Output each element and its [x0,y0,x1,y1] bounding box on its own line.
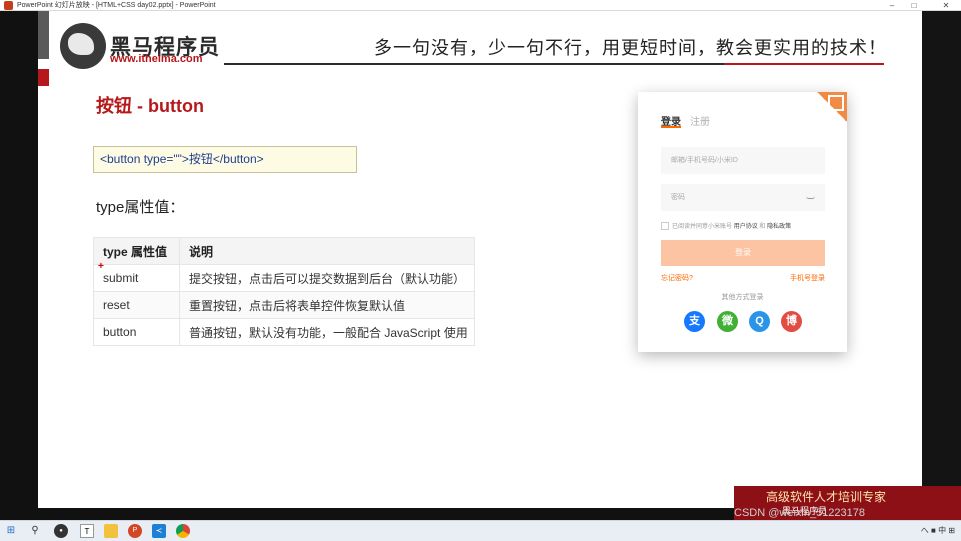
table-row: submit 提交按钮，点击后可以提交数据到后台（默认功能） [93,264,475,292]
login-button: 登录 [661,240,825,266]
password-placeholder: 密码 [671,194,685,201]
obs-icon[interactable]: ● [54,524,68,538]
type-values-label: type属性值： [96,199,185,216]
type-values-table: type 属性值 说明 submit 提交按钮，点击后可以提交数据到后台（默认功… [93,237,475,346]
table-cell: submit [93,264,180,292]
alipay-icon: 支 [684,311,705,332]
privacy-link: 隐私政策 [767,224,792,230]
table-header-cell: type 属性值 [93,237,180,265]
phone-login-link: 手机号登录 [790,275,825,282]
table-row: reset 重置按钮，点击后将表单控件恢复默认值 [93,291,475,319]
password-field: 密码 [661,184,825,211]
agree-text: 已阅读并同意小米账号 [672,224,733,230]
tab-register: 注册 [690,117,710,128]
table-cell: 提交按钮，点击后可以提交数据到后台（默认功能） [179,264,475,292]
table-row: button 普通按钮，默认没有功能，一般配合 JavaScript 使用 [93,318,475,346]
vscode-icon[interactable]: ≺ [152,524,166,538]
agreement-row: 已阅读并同意小米账号 用户协议 和 隐私政策 [661,221,792,231]
eye-closed-icon [806,196,815,199]
slogan: 多一句没有，少一句不行，用更短时间，教会更实用的技术！ [374,38,887,59]
right-margin [922,11,961,520]
horse-logo-icon [60,23,106,69]
bottom-banner: 高级软件人才培训专家 黑马程序员 CSDN @weixin_51223178 [734,486,961,520]
window-titlebar: PowerPoint 幻灯片放映 - [HTML+CSS day02.pptx]… [0,0,961,11]
qq-icon: Q [749,311,770,332]
login-card-image: 登录 注册 邮箱/手机号码/小米ID 密码 已阅读并同意小米账号 用户协议 和 … [638,92,847,352]
search-icon[interactable]: ⚲ [28,524,42,538]
typora-icon[interactable]: T [80,524,94,538]
wechat-icon: 微 [717,311,738,332]
chrome-icon[interactable] [176,524,190,538]
table-cell: 重置按钮，点击后将表单控件恢复默认值 [179,291,475,319]
csdn-watermark: CSDN @weixin_51223178 [734,507,866,519]
active-tab-underline [661,126,681,128]
table-cell: button [93,318,180,346]
table-cell: reset [93,291,180,319]
system-tray[interactable]: へ ■ 中 ⊞ [921,525,955,536]
weibo-icon: 博 [781,311,802,332]
maximize-button[interactable]: □ [904,0,924,11]
side-bar-red [38,69,49,86]
slideshow-stage: 黑马程序员 www.itheima.com 多一句没有，少一句不行，用更短时间，… [0,11,961,520]
brand-url: www.itheima.com [110,53,203,65]
taskbar: ⊞ ⚲ ● T P ≺ へ ■ 中 ⊞ [0,520,961,541]
slide-title: 按钮 - button [96,96,204,116]
table-header-cell: 说明 [179,237,475,265]
file-explorer-icon[interactable] [104,524,118,538]
other-login-label: 其他方式登录 [721,294,764,301]
window-title: PowerPoint 幻灯片放映 - [HTML+CSS day02.pptx]… [17,2,216,9]
table-header-row: type 属性值 说明 [93,237,475,265]
agree-checkbox [661,222,669,231]
powerpoint-taskbar-icon[interactable]: P [128,524,142,538]
powerpoint-icon [4,1,13,10]
forgot-password-link: 忘记密码? [661,275,693,282]
slide[interactable]: 黑马程序员 www.itheima.com 多一句没有，少一句不行，用更短时间，… [38,11,922,508]
code-example: <button type="">按钮</button> [93,146,357,173]
banner-text: 高级软件人才培训专家 [766,490,887,504]
minimize-button[interactable]: – [882,0,902,11]
qr-code-icon [817,92,847,122]
mouse-cursor-icon: + [98,261,104,272]
header-divider-accent [724,63,884,65]
side-bar-dark [38,11,49,59]
agree-and: 和 [759,224,766,230]
windows-start-icon[interactable]: ⊞ [4,524,18,538]
account-field: 邮箱/手机号码/小米ID [661,147,825,174]
close-button[interactable]: ✕ [936,0,956,11]
table-cell: 普通按钮，默认没有功能，一般配合 JavaScript 使用 [179,318,475,346]
terms-link: 用户协议 [733,224,758,230]
